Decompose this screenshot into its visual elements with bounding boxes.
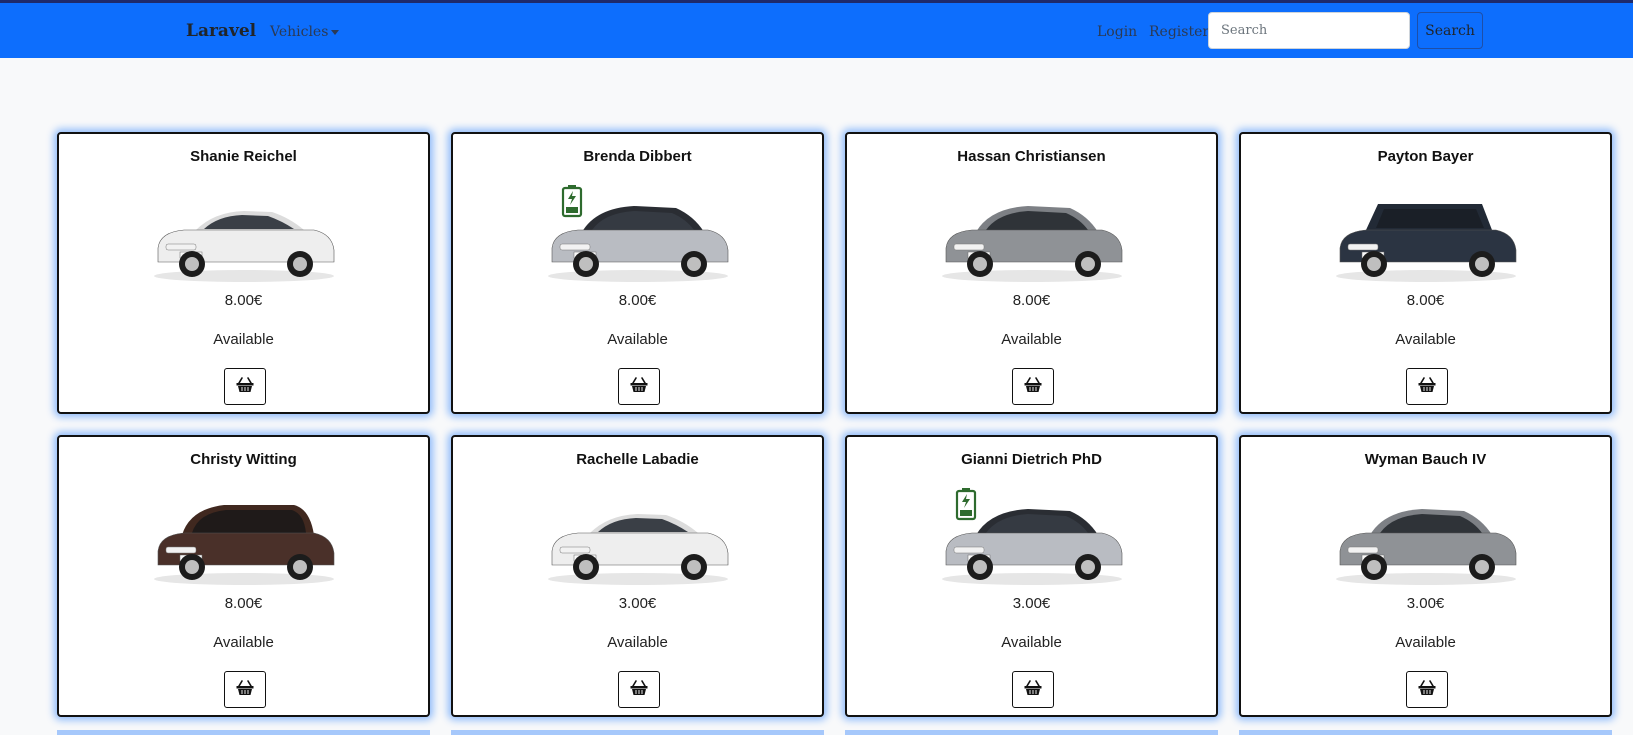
vehicle-status: Available xyxy=(213,634,274,651)
vehicle-card: Rachelle Labadie 3.00€ Available xyxy=(451,435,824,717)
vehicle-price: 3.00€ xyxy=(1406,595,1445,612)
vehicle-name: Shanie Reichel xyxy=(190,148,297,165)
vehicle-price: 3.00€ xyxy=(1012,595,1051,612)
vehicle-price: 3.00€ xyxy=(618,595,657,612)
vehicle-card: Gianni Dietrich PhD 3.00€ Available xyxy=(845,435,1218,717)
vehicle-card: Shanie Reichel 8.00€ Available xyxy=(57,132,430,414)
search-input[interactable] xyxy=(1208,12,1410,49)
add-to-basket-button[interactable] xyxy=(1012,671,1054,708)
vehicle-price: 8.00€ xyxy=(618,292,657,309)
vehicle-status: Available xyxy=(1001,331,1062,348)
basket-icon xyxy=(1024,377,1042,396)
basket-icon xyxy=(1024,680,1042,699)
vehicle-image xyxy=(847,489,1216,589)
vehicle-grid: Shanie Reichel 8.00€ Available Brenda Di… xyxy=(57,132,1613,717)
next-row-card-edge xyxy=(1239,730,1612,735)
vehicle-name: Gianni Dietrich PhD xyxy=(961,451,1102,468)
add-to-basket-button[interactable] xyxy=(1406,671,1448,708)
add-to-basket-button[interactable] xyxy=(1406,368,1448,405)
register-link[interactable]: Register xyxy=(1149,24,1209,40)
vehicle-image xyxy=(1241,186,1610,286)
vehicle-name: Brenda Dibbert xyxy=(583,148,692,165)
vehicle-image xyxy=(59,186,428,286)
vehicle-price: 8.00€ xyxy=(1012,292,1051,309)
add-to-basket-button[interactable] xyxy=(618,368,660,405)
battery-charging-icon xyxy=(561,184,583,222)
next-row-card-edge xyxy=(451,730,824,735)
vehicle-name: Payton Bayer xyxy=(1377,148,1474,165)
vehicle-status: Available xyxy=(213,331,274,348)
vehicle-name: Hassan Christiansen xyxy=(957,148,1106,165)
vehicle-status: Available xyxy=(1395,331,1456,348)
vehicle-card: Brenda Dibbert 8.00€ Available xyxy=(451,132,824,414)
vehicle-name: Christy Witting xyxy=(190,451,297,468)
vehicles-label: Vehicles xyxy=(270,24,329,40)
vehicle-image xyxy=(847,186,1216,286)
vehicle-image xyxy=(1241,489,1610,589)
vehicle-name: Rachelle Labadie xyxy=(576,451,699,468)
vehicle-name: Wyman Bauch IV xyxy=(1364,451,1487,468)
add-to-basket-button[interactable] xyxy=(618,671,660,708)
vehicle-card: Hassan Christiansen 8.00€ Available xyxy=(845,132,1218,414)
vehicle-image xyxy=(453,489,822,589)
login-link[interactable]: Login xyxy=(1097,24,1137,40)
brand-link[interactable]: Laravel xyxy=(186,21,256,41)
vehicle-status: Available xyxy=(607,331,668,348)
basket-icon xyxy=(630,377,648,396)
chevron-down-icon xyxy=(331,29,340,35)
vehicle-image xyxy=(59,489,428,589)
vehicle-price: 8.00€ xyxy=(224,292,263,309)
basket-icon xyxy=(236,680,254,699)
navbar: Laravel Vehicles Login Register Search xyxy=(0,3,1633,58)
next-row-card-edge xyxy=(57,730,430,735)
add-to-basket-button[interactable] xyxy=(1012,368,1054,405)
basket-icon xyxy=(630,680,648,699)
basket-icon xyxy=(236,377,254,396)
vehicle-card: Wyman Bauch IV 3.00€ Available xyxy=(1239,435,1612,717)
vehicle-status: Available xyxy=(1001,634,1062,651)
basket-icon xyxy=(1418,377,1436,396)
next-row-card-edge xyxy=(845,730,1218,735)
vehicle-price: 8.00€ xyxy=(1406,292,1445,309)
vehicles-dropdown[interactable]: Vehicles xyxy=(270,24,340,40)
vehicle-card: Payton Bayer 8.00€ Available xyxy=(1239,132,1612,414)
search-button[interactable]: Search xyxy=(1417,12,1483,49)
add-to-basket-button[interactable] xyxy=(224,671,266,708)
vehicle-status: Available xyxy=(1395,634,1456,651)
vehicle-status: Available xyxy=(607,634,668,651)
add-to-basket-button[interactable] xyxy=(224,368,266,405)
vehicle-price: 8.00€ xyxy=(224,595,263,612)
basket-icon xyxy=(1418,680,1436,699)
battery-charging-icon xyxy=(955,487,977,525)
vehicle-image xyxy=(453,186,822,286)
vehicle-card: Christy Witting 8.00€ Available xyxy=(57,435,430,717)
